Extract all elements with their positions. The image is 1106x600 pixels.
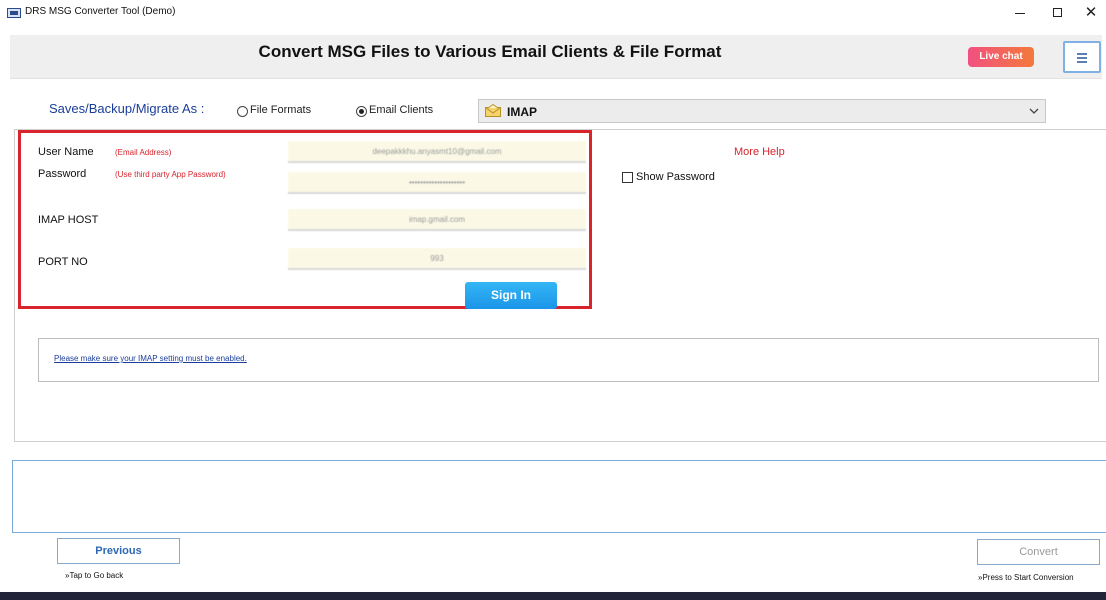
file-formats-label[interactable]: File Formats <box>250 104 311 116</box>
imap-setting-note-link[interactable]: Please make sure your IMAP setting must … <box>54 354 247 363</box>
title-bar: DRS MSG Converter Tool (Demo) ✕ <box>0 0 1106 26</box>
user-name-input[interactable]: deepakkkhu.anyasmt10@gmail.com <box>288 141 586 163</box>
header-banner: Convert MSG Files to Various Email Clien… <box>10 35 1102 79</box>
email-client-select[interactable]: IMAP <box>478 99 1046 123</box>
email-clients-label[interactable]: Email Clients <box>369 104 433 116</box>
show-password-checkbox[interactable] <box>622 172 633 183</box>
selected-client-value: IMAP <box>507 105 537 119</box>
port-label: PORT NO <box>38 256 88 268</box>
app-icon <box>7 8 21 18</box>
user-name-label: User Name <box>38 146 94 158</box>
window-title: DRS MSG Converter Tool (Demo) <box>25 6 176 17</box>
mail-envelope-icon <box>485 104 501 117</box>
saves-as-label: Saves/Backup/Migrate As : <box>49 101 205 116</box>
close-icon[interactable]: ✕ <box>1076 3 1106 23</box>
convert-button[interactable]: Convert <box>977 539 1100 565</box>
imap-host-input[interactable]: imap.gmail.com <box>288 209 586 231</box>
previous-button[interactable]: Previous <box>57 538 180 564</box>
previous-hint: »Tap to Go back <box>65 571 124 580</box>
password-label: Password <box>38 168 87 180</box>
show-password-label[interactable]: Show Password <box>636 171 715 183</box>
more-help-link[interactable]: More Help <box>734 146 785 158</box>
port-input[interactable]: 993 <box>288 248 586 270</box>
convert-hint: »Press to Start Conversion <box>978 573 1074 582</box>
chevron-down-icon <box>1029 108 1039 114</box>
password-input[interactable]: •••••••••••••••••••• <box>288 172 586 194</box>
file-formats-radio[interactable] <box>237 106 248 117</box>
note-box: Please make sure your IMAP setting must … <box>38 338 1099 382</box>
page-title: Convert MSG Files to Various Email Clien… <box>258 42 722 61</box>
taskbar <box>0 592 1106 600</box>
email-clients-radio[interactable] <box>356 106 367 117</box>
password-hint: (Use third party App Password) <box>115 170 226 179</box>
maximize-icon[interactable] <box>1042 3 1072 23</box>
sign-in-button[interactable]: Sign In <box>465 282 557 309</box>
log-area <box>12 460 1106 533</box>
user-name-hint: (Email Address) <box>115 148 172 157</box>
hamburger-menu-icon[interactable] <box>1063 41 1101 73</box>
imap-host-label: IMAP HOST <box>38 214 99 226</box>
live-chat-button[interactable]: Live chat <box>968 47 1034 67</box>
minimize-icon[interactable] <box>1005 3 1035 23</box>
